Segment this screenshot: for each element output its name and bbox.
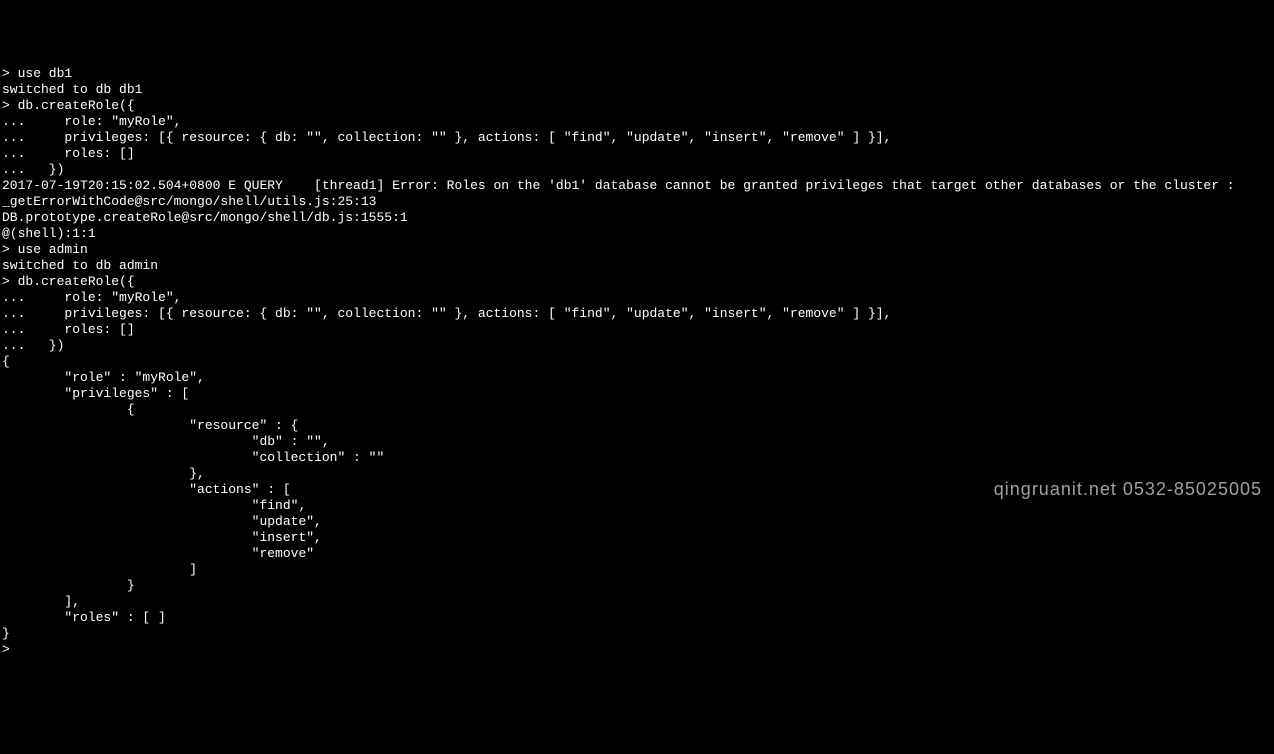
watermark-text: qingruanit.net 0532-85025005 <box>994 481 1262 497</box>
terminal-output[interactable]: > use db1 switched to db db1 > db.create… <box>2 66 1272 658</box>
